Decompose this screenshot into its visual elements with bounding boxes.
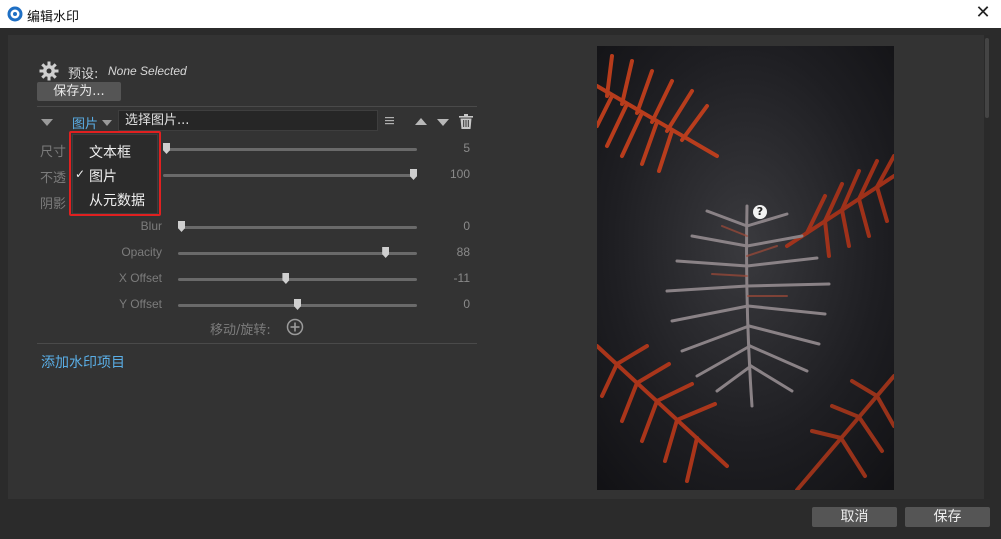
move-up-icon[interactable] — [415, 118, 427, 125]
slider-label: Opacity — [121, 245, 162, 259]
save-as-button[interactable]: 保存为... — [37, 82, 121, 101]
move-rotate-label: 移动/旋转: — [210, 323, 271, 338]
size-label: 尺寸 — [40, 145, 67, 160]
slider-label: Blur — [140, 219, 162, 233]
slider-track[interactable] — [178, 252, 417, 255]
slider-label: X Offset — [118, 271, 162, 285]
slider-value: 0 — [463, 297, 470, 311]
preset-value: None Selected — [108, 64, 187, 78]
slider-label: Y Offset — [119, 297, 162, 311]
preset-label: 预设: — [68, 67, 99, 82]
collapse-toggle-icon[interactable] — [41, 119, 53, 126]
divider — [37, 343, 477, 344]
list-icon[interactable] — [385, 116, 394, 125]
move-down-icon[interactable] — [437, 119, 449, 126]
divider — [37, 106, 477, 107]
add-circle-icon[interactable] — [286, 318, 304, 336]
preview-image — [597, 46, 894, 490]
save-button[interactable]: 保存 — [905, 507, 990, 527]
close-button[interactable]: ✕ — [973, 3, 993, 23]
slider-value: 88 — [456, 245, 470, 259]
add-watermark-item-link[interactable]: 添加水印项目 — [41, 352, 125, 372]
app-logo-icon — [7, 6, 23, 22]
window-title: 编辑水印 — [27, 10, 80, 25]
slider-value: 5 — [463, 141, 470, 155]
gear-icon[interactable] — [39, 61, 59, 81]
title-bar: 编辑水印 ✕ — [0, 0, 1001, 28]
choose-image-field[interactable]: 选择图片... — [118, 110, 378, 131]
trash-icon[interactable] — [459, 114, 473, 129]
slider-value: 0 — [463, 219, 470, 233]
slider-track[interactable] — [178, 278, 417, 281]
help-icon[interactable]: ? — [753, 205, 767, 219]
slider-track[interactable] — [163, 174, 417, 177]
opacity-row-label: 不透 — [40, 171, 67, 186]
chevron-down-icon[interactable] — [102, 120, 112, 126]
slider-value: -11 — [453, 271, 470, 285]
slider-track[interactable] — [163, 148, 417, 151]
annotation-highlight-box — [69, 131, 161, 216]
vertical-scrollbar[interactable] — [984, 35, 990, 499]
slider-track[interactable] — [178, 226, 417, 229]
item-type-select[interactable]: 图片 — [72, 113, 98, 132]
shadow-label: 阴影 — [40, 197, 67, 212]
slider-value: 100 — [449, 167, 470, 181]
cancel-button[interactable]: 取消 — [812, 507, 897, 527]
